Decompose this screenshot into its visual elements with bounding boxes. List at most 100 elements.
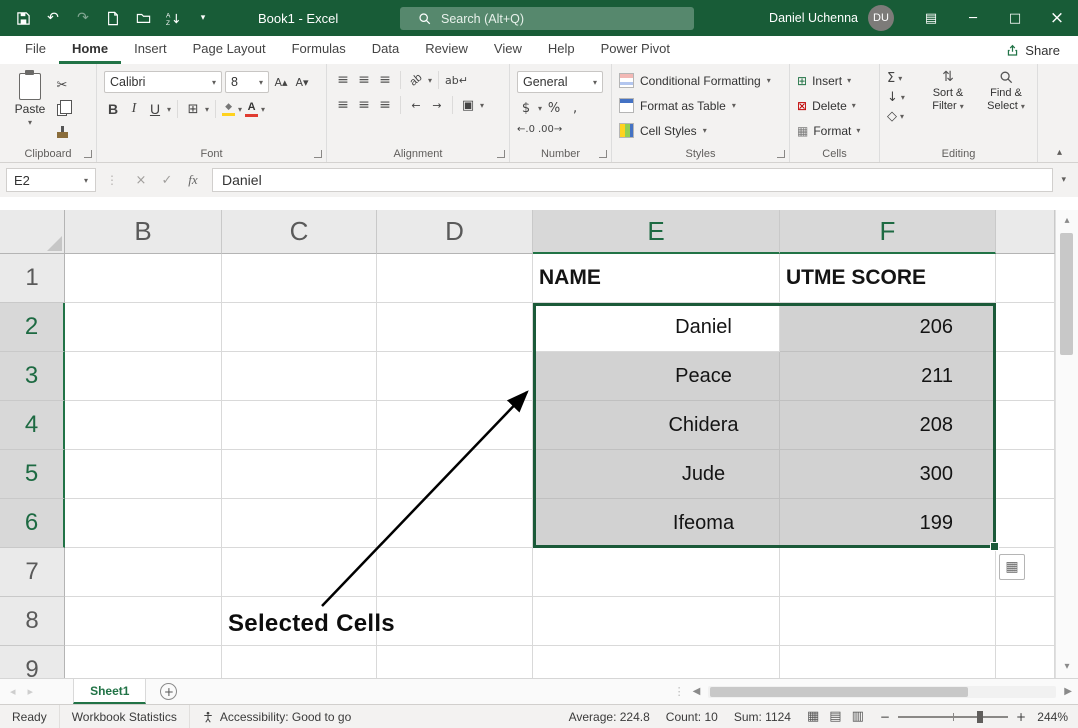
cell-D6[interactable] [377,499,533,548]
cell-F5[interactable]: 300 [780,450,996,499]
cell-F2[interactable]: 206 [780,303,996,352]
scroll-left-icon[interactable]: ◀ [693,687,701,697]
italic-button[interactable]: I [125,100,143,118]
cell-E9[interactable] [533,646,780,678]
fill-button[interactable]: ↓ ▾ [887,91,916,104]
cell-F4[interactable]: 208 [780,401,996,450]
cell-G6[interactable] [996,499,1055,548]
open-file-button[interactable] [134,9,152,27]
cell-B5[interactable] [65,450,222,499]
tab-bar-splitter[interactable]: ⋮ [674,686,685,697]
tab-view[interactable]: View [481,36,535,64]
cut-button[interactable]: ✂ [53,76,71,94]
cell-B7[interactable] [65,548,222,597]
vertical-scrollbar[interactable]: ▴ ▾ [1055,210,1078,678]
cell-C6[interactable] [222,499,377,548]
column-header-B[interactable]: B [65,210,222,254]
align-middle-button[interactable]: ≡ [355,71,373,89]
cell-E5[interactable]: Jude [533,450,780,499]
workbook-statistics-button[interactable]: Workbook Statistics [60,705,190,728]
close-button[interactable]: × [1036,0,1078,36]
cell-B6[interactable] [65,499,222,548]
horizontal-scroll-track[interactable] [708,686,1056,698]
format-as-table-button[interactable]: Format as Table ▾ [619,93,784,118]
wrap-text-button[interactable]: ab↵ [445,71,468,89]
font-name-select[interactable]: Calibri ▾ [104,71,222,93]
number-format-select[interactable]: General ▾ [517,71,603,93]
cell-E6[interactable]: Ifeoma [533,499,780,548]
column-header-F[interactable]: F [780,210,996,254]
tab-file[interactable]: File [12,36,59,64]
confirm-entry-button[interactable]: ✓ [154,168,180,192]
cell-B4[interactable] [65,401,222,450]
align-right-button[interactable]: ≡ [376,96,394,114]
zoom-slider-thumb[interactable] [977,711,983,723]
cell-E4[interactable]: Chidera [533,401,780,450]
merge-center-button[interactable]: ▣ [459,96,477,114]
previous-sheet-button[interactable]: ◂ [10,686,16,697]
customize-qat-chevron-icon[interactable]: ▾ [194,9,212,27]
underline-button[interactable]: U [146,100,164,118]
copy-button[interactable] [53,101,71,119]
collapse-ribbon-button[interactable]: ▴ [1057,148,1062,158]
horizontal-scroll-thumb[interactable] [710,687,968,697]
row-header-2[interactable]: 2 [0,303,65,352]
align-top-button[interactable]: ≡ [334,71,352,89]
tab-data[interactable]: Data [359,36,412,64]
row-header-7[interactable]: 7 [0,548,65,597]
cell-D2[interactable] [377,303,533,352]
cell-D4[interactable] [377,401,533,450]
cell-C3[interactable] [222,352,377,401]
tab-home[interactable]: Home [59,36,121,64]
dialog-launcher-icon[interactable] [599,150,607,158]
quick-analysis-button[interactable]: ▦ [999,554,1025,580]
vertical-scroll-thumb[interactable] [1060,233,1073,355]
cell-D1[interactable] [377,254,533,303]
redo-button[interactable]: ↷ [74,9,92,27]
page-break-view-button[interactable]: ▥ [852,710,864,723]
format-painter-button[interactable] [53,126,71,144]
cell-C4[interactable] [222,401,377,450]
formula-bar-splitter[interactable]: ⋮ [106,174,118,186]
page-layout-view-button[interactable]: ▤ [829,710,841,723]
clear-button[interactable]: ◇ ▾ [887,110,916,123]
tab-help[interactable]: Help [535,36,588,64]
cell-B1[interactable] [65,254,222,303]
row-header-9[interactable]: 9 [0,646,65,678]
vertical-scroll-track[interactable] [1056,230,1078,658]
cell-D7[interactable] [377,548,533,597]
next-sheet-button[interactable]: ▸ [28,686,34,697]
cell-B2[interactable] [65,303,222,352]
maximize-button[interactable]: □ [994,0,1036,36]
increase-indent-button[interactable]: → [428,96,446,114]
sort-filter-button[interactable]: ⇅ Sort & Filter ▾ [922,70,974,123]
row-header-3[interactable]: 3 [0,352,65,401]
scroll-down-icon[interactable]: ▾ [1056,658,1078,676]
name-box[interactable]: E2 ▾ [6,168,96,192]
comma-style-button[interactable]: , [566,99,584,117]
cell-E8[interactable] [533,597,780,646]
cell-E7[interactable] [533,548,780,597]
delete-cells-button[interactable]: ⊠ Delete ▾ [797,93,874,118]
cell-G5[interactable] [996,450,1055,499]
normal-view-button[interactable]: ▦ [807,710,819,723]
minimize-button[interactable]: ─ [952,0,994,36]
scroll-right-icon[interactable]: ▶ [1064,687,1072,697]
expand-formula-bar-button[interactable]: ▾ [1061,176,1066,185]
account-name[interactable]: Daniel Uchenna [769,11,858,25]
increase-font-size-button[interactable]: A▴ [272,73,290,91]
borders-button[interactable]: ⊞ [184,100,202,118]
row-header-6[interactable]: 6 [0,499,65,548]
cell-G8[interactable] [996,597,1055,646]
cell-E1[interactable]: NAME [533,254,780,303]
conditional-formatting-button[interactable]: Conditional Formatting ▾ [619,68,784,93]
insert-cells-button[interactable]: ⊞ Insert ▾ [797,68,874,93]
scroll-up-icon[interactable]: ▴ [1056,212,1078,230]
cell-styles-button[interactable]: Cell Styles ▾ [619,118,784,143]
align-bottom-button[interactable]: ≡ [376,71,394,89]
cell-B9[interactable] [65,646,222,678]
row-header-1[interactable]: 1 [0,254,65,303]
cell-C7[interactable] [222,548,377,597]
cell-C1[interactable] [222,254,377,303]
select-all-button[interactable] [0,210,65,254]
